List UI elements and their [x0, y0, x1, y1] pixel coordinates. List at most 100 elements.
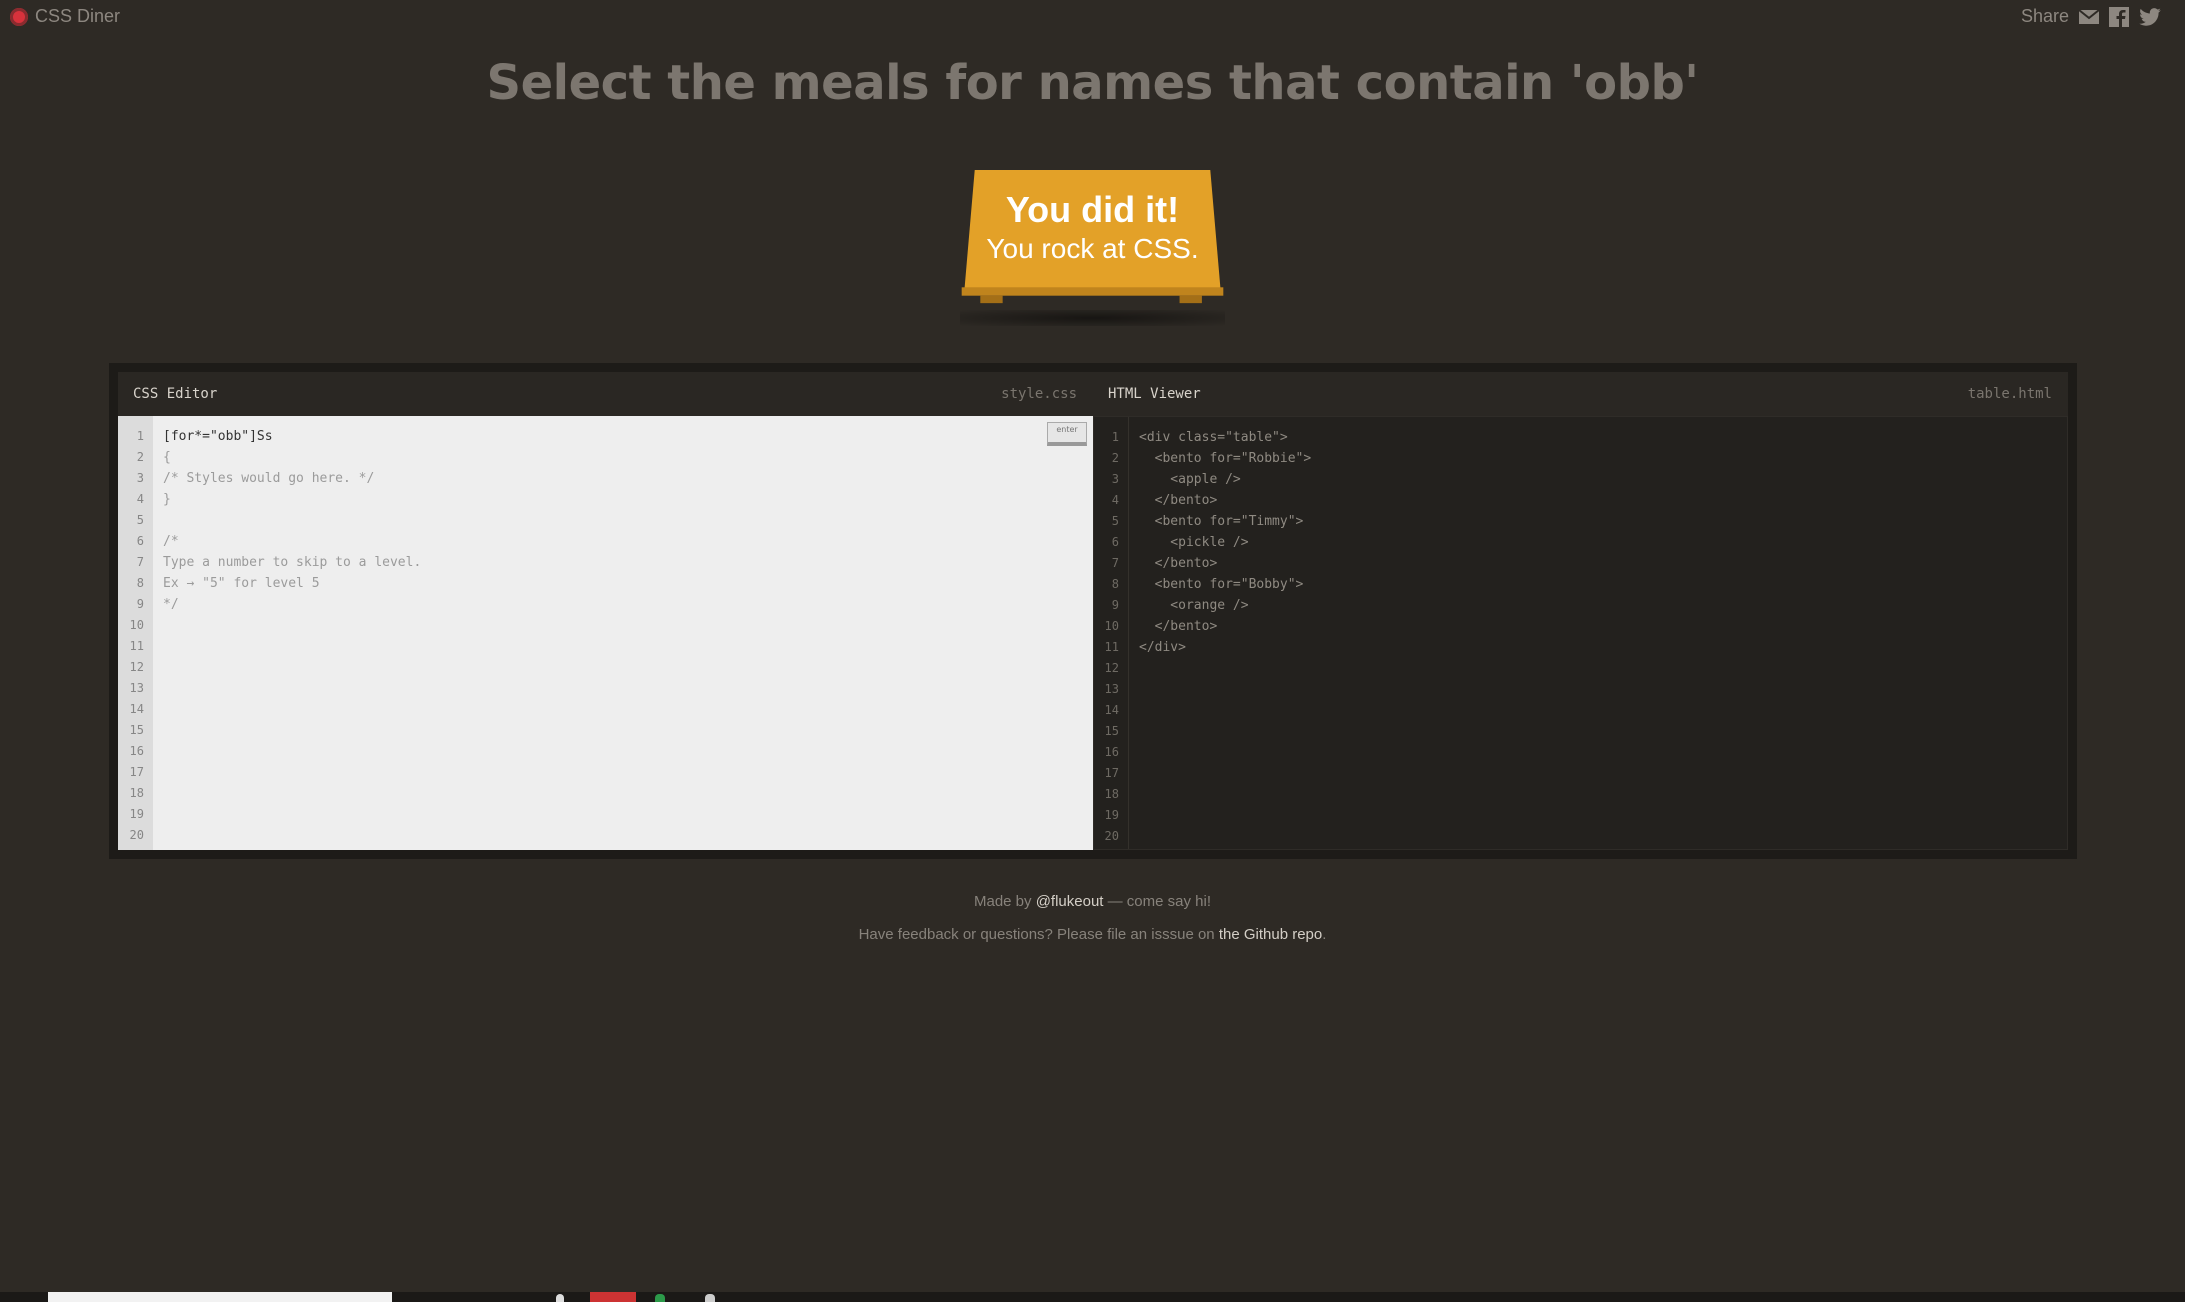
html-code-line[interactable]: <orange /> — [1139, 595, 2067, 616]
author-link[interactable]: @flukeout — [1036, 893, 1104, 910]
line-number: 6 — [1111, 535, 1119, 549]
app-icon[interactable] — [705, 1294, 715, 1302]
line-number: 5 — [136, 513, 144, 527]
line-number: 7 — [136, 555, 144, 569]
twitter-icon[interactable] — [2139, 7, 2161, 26]
line-number: 8 — [1111, 577, 1119, 591]
success-subtitle: You rock at CSS. — [986, 233, 1199, 264]
enter-button[interactable]: enter — [1047, 422, 1087, 446]
file-icon[interactable] — [556, 1294, 564, 1302]
line-number: 1 — [136, 429, 144, 443]
css-code-line: { — [163, 450, 171, 465]
css-filename: style.css — [1001, 386, 1077, 402]
footer-credit: Made by @flukeout — come say hi! — [0, 893, 2185, 910]
facebook-icon[interactable] — [2109, 6, 2129, 27]
html-code-line[interactable]: </bento> — [1139, 616, 2067, 637]
html-filename: table.html — [1967, 386, 2052, 402]
css-editor-title: CSS Editor — [133, 386, 218, 402]
html-code-line[interactable]: <bento for="Robbie"> — [1139, 448, 2067, 469]
css-editor-header: CSS Editor style.css — [118, 372, 1093, 416]
css-code-line: Ex → "5" for level 5 — [163, 576, 320, 591]
css-code: [for*="obb"]Ss { /* Styles would go here… — [163, 426, 1093, 615]
line-number: 13 — [129, 681, 144, 695]
line-number: 3 — [136, 471, 144, 485]
line-number: 11 — [1104, 640, 1119, 654]
line-number: 9 — [1111, 598, 1119, 612]
html-code-line[interactable]: <bento for="Bobby"> — [1139, 574, 2067, 595]
level-instruction: Select the meals for names that contain … — [486, 55, 1700, 111]
line-number: 8 — [136, 576, 144, 590]
app-icon[interactable] — [655, 1294, 665, 1302]
css-line-numbers: 1 2 3 4 5 6 7 8 9 10 11 12 13 14 15 16 17 18 19 20 — [118, 416, 153, 850]
html-code-line[interactable]: <pickle /> — [1139, 532, 2067, 553]
html-code-line[interactable]: </bento> — [1139, 553, 2067, 574]
line-number: 2 — [1111, 451, 1119, 465]
feedback-prefix: Have feedback or questions? Please file … — [858, 926, 1219, 943]
line-number: 9 — [136, 597, 144, 611]
line-number: 7 — [1111, 556, 1119, 570]
line-number: 1 — [1111, 430, 1119, 444]
share-bar: Share — [2021, 6, 2161, 27]
html-line-numbers: 1 2 3 4 5 6 7 8 9 10 11 12 13 14 15 16 17 18 19 20 — [1094, 417, 1129, 849]
html-code-line[interactable]: </div> — [1139, 637, 2067, 658]
editor-window: CSS Editor style.css 1 2 3 4 5 6 7 8 9 10 11 12 13 14… — [109, 363, 2077, 859]
html-code-line[interactable]: <bento for="Timmy"> — [1139, 511, 2067, 532]
credit-suffix: — come say hi! — [1103, 893, 1211, 910]
line-number: 12 — [1104, 661, 1119, 675]
line-number: 11 — [129, 639, 144, 653]
active-app-icon[interactable] — [590, 1292, 636, 1302]
app-logo[interactable]: CSS Diner — [10, 6, 120, 27]
success-table: You did it! You rock at CSS. — [950, 170, 1235, 326]
line-number: 4 — [136, 492, 144, 506]
line-number: 14 — [1104, 703, 1119, 717]
html-viewer-title: HTML Viewer — [1108, 386, 1201, 402]
email-icon[interactable] — [2079, 8, 2099, 25]
css-input[interactable]: [for*="obb"]Ss — [163, 426, 1093, 447]
html-viewer-header: HTML Viewer table.html — [1093, 372, 2068, 416]
html-viewer-body: 1 2 3 4 5 6 7 8 9 10 11 12 13 14 15 16 17 18 19 20 <div cla… — [1093, 416, 2068, 850]
line-number: 17 — [129, 765, 144, 779]
logo-icon — [10, 7, 28, 26]
feedback-suffix: . — [1322, 926, 1327, 943]
line-number: 16 — [129, 744, 144, 758]
line-number: 15 — [1104, 724, 1119, 738]
line-number: 19 — [129, 807, 144, 821]
table-shadow — [960, 310, 1225, 326]
html-code-line[interactable]: <apple /> — [1139, 469, 2067, 490]
line-number: 18 — [129, 786, 144, 800]
taskbar — [0, 1292, 2185, 1302]
html-code-line[interactable]: <div class="table"> — [1139, 427, 2067, 448]
line-number: 3 — [1111, 472, 1119, 486]
taskbar-search[interactable] — [48, 1292, 392, 1302]
success-title: You did it! — [1005, 189, 1180, 230]
line-number: 12 — [129, 660, 144, 674]
app-title: CSS Diner — [35, 6, 121, 26]
line-number: 4 — [1111, 493, 1119, 507]
success-message: You did it! You rock at CSS. — [950, 188, 1235, 266]
css-code-line: /* — [163, 534, 179, 549]
line-number: 10 — [1104, 619, 1119, 633]
line-number: 10 — [129, 618, 144, 632]
css-editor-body[interactable]: 1 2 3 4 5 6 7 8 9 10 11 12 13 14 15 16 17 18 19 20 [for*="o… — [118, 416, 1093, 850]
credit-prefix: Made by — [973, 893, 1036, 910]
css-code-line — [163, 510, 1093, 531]
css-code-line: Type a number to skip to a level. — [163, 555, 422, 570]
line-number: 20 — [1104, 829, 1119, 843]
github-link[interactable]: the Github repo — [1219, 926, 1322, 943]
css-editor-pane: CSS Editor style.css 1 2 3 4 5 6 7 8 9 10 11 12 13 14… — [118, 372, 1093, 850]
footer-feedback: Have feedback or questions? Please file … — [0, 926, 2185, 943]
line-number: 2 — [136, 450, 144, 464]
line-number: 15 — [129, 723, 144, 737]
css-code-line: */ — [163, 597, 179, 612]
line-number: 18 — [1104, 787, 1119, 801]
share-label: Share — [2020, 6, 2069, 26]
line-number: 17 — [1104, 766, 1119, 780]
css-code-line: /* Styles would go here. */ — [163, 471, 375, 486]
line-number: 6 — [136, 534, 144, 548]
line-number: 13 — [1104, 682, 1119, 696]
html-code: <div class="table"> <bento for="Robbie">… — [1139, 427, 2067, 658]
line-number: 19 — [1104, 808, 1119, 822]
css-code-line: } — [163, 492, 171, 507]
html-code-line[interactable]: </bento> — [1139, 490, 2067, 511]
line-number: 5 — [1111, 514, 1119, 528]
